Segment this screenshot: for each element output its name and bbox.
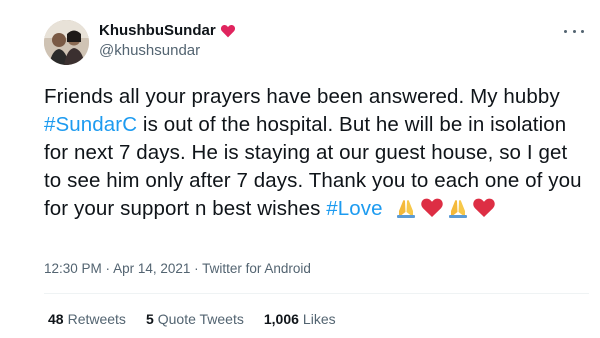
tweet-card: KhushbuSundar @khushsundar Friends all y… — [0, 0, 600, 338]
hashtag-sundarc[interactable]: #SundarC — [44, 113, 137, 136]
tweet-text-part: Friends all your prayers have been answe… — [44, 85, 560, 108]
name-row: KhushbuSundar — [99, 22, 236, 39]
meta-separator: · — [101, 261, 114, 276]
red-heart-icon — [220, 24, 235, 37]
quote-tweets-label: Quote Tweets — [157, 311, 244, 327]
tweet-source: Twitter for Android — [202, 261, 311, 276]
likes-label: Likes — [302, 311, 336, 327]
handle[interactable]: @khushsundar — [99, 42, 200, 59]
tweet-meta: 12:30 PM · Apr 14, 2021 · Twitter for An… — [44, 261, 311, 276]
meta-separator: · — [190, 261, 203, 276]
engagement-stats: 48 Retweets 5 Quote Tweets 1,006 Likes — [48, 311, 356, 327]
avatar[interactable] — [44, 20, 89, 65]
retweets-count: 48 — [48, 311, 64, 327]
likes-count: 1,006 — [263, 311, 299, 327]
tweet-text: Friends all your prayers have been answe… — [44, 83, 589, 223]
avatar-image — [44, 20, 89, 65]
display-name[interactable]: KhushbuSundar — [99, 22, 216, 39]
tweet-time[interactable]: 12:30 PM — [44, 261, 102, 276]
more-options-icon[interactable] — [564, 26, 584, 36]
quote-tweets-stat[interactable]: 5 Quote Tweets — [146, 311, 244, 327]
hashtag-love[interactable]: #Love — [326, 197, 382, 220]
tweet-date[interactable]: Apr 14, 2021 — [113, 261, 190, 276]
red-heart-icon — [472, 198, 495, 217]
retweets-stat[interactable]: 48 Retweets — [48, 311, 126, 327]
folded-hands-icon — [448, 200, 467, 218]
folded-hands-icon — [396, 200, 415, 218]
quote-tweets-count: 5 — [145, 311, 154, 327]
retweets-label: Retweets — [67, 311, 126, 327]
red-heart-icon — [420, 198, 443, 217]
emoji-row — [393, 196, 497, 218]
divider — [44, 293, 589, 294]
likes-stat[interactable]: 1,006 Likes — [264, 311, 336, 327]
